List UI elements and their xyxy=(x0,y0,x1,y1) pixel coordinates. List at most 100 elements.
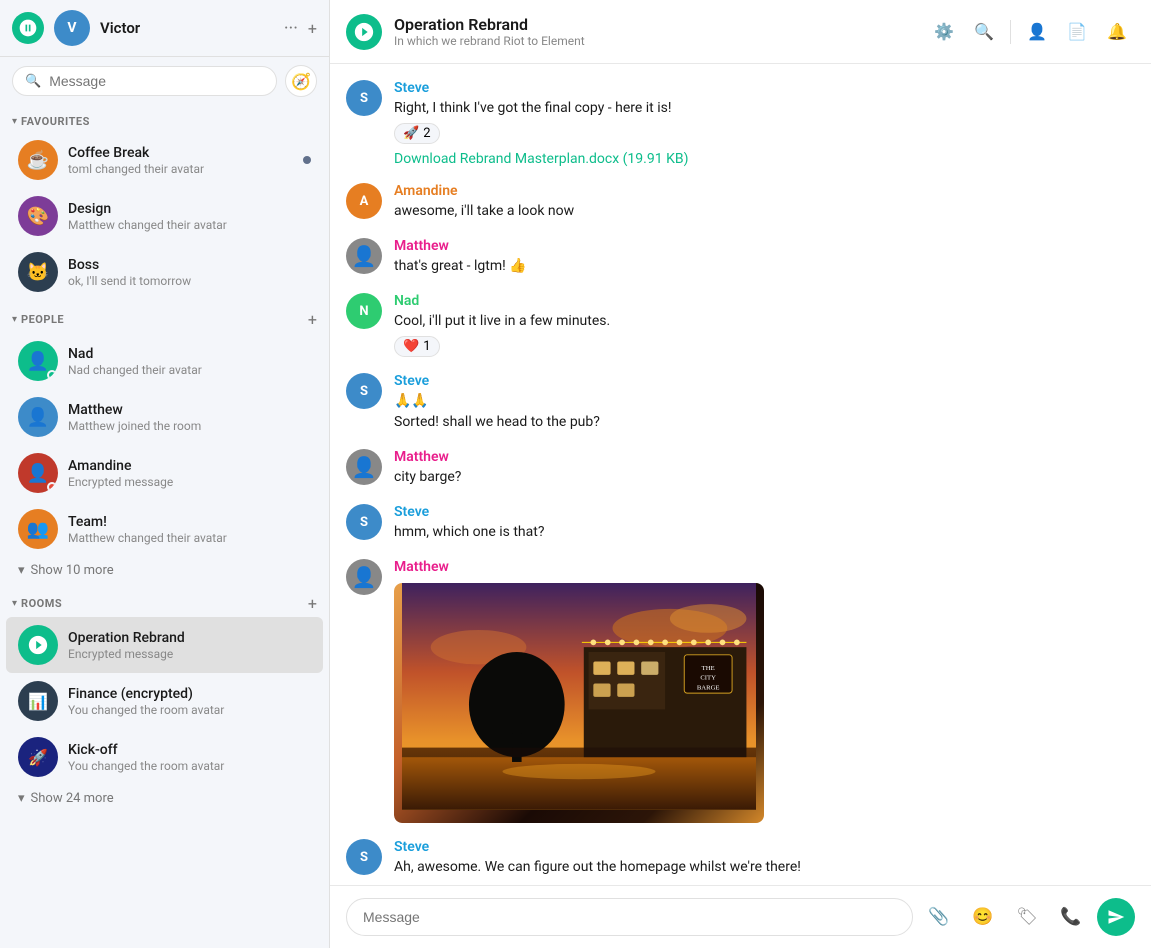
rooms-label: ROOMS xyxy=(21,597,308,610)
reaction-emoji: ❤️ xyxy=(403,339,419,354)
file-download-link[interactable]: Download Rebrand Masterplan.docx (19.91 … xyxy=(394,151,688,167)
room-name: Team! xyxy=(68,514,311,530)
city-barge-image[interactable]: THE CITY BARGE xyxy=(394,583,764,823)
search-icon: 🔍 xyxy=(25,74,41,89)
msg-sender: Matthew xyxy=(394,559,1135,575)
unread-badge xyxy=(303,156,311,164)
room-subtitle: Matthew joined the room xyxy=(68,419,311,433)
msg-sender: Matthew xyxy=(394,238,1135,254)
msg-sender: Steve xyxy=(394,80,1135,96)
add-room-button[interactable]: + xyxy=(308,594,317,613)
room-name: Nad xyxy=(68,346,311,362)
reaction-count: 1 xyxy=(423,339,430,354)
msg-content-matthew-3: Matthew xyxy=(394,559,1135,823)
online-indicator-nad xyxy=(47,370,57,380)
people-item-matthew[interactable]: 👤 Matthew Matthew joined the room xyxy=(6,389,323,445)
msg-content-steve-1: Steve Right, I think I've got the final … xyxy=(394,80,1135,167)
msg-avatar-steve: S xyxy=(346,80,382,116)
message-input[interactable] xyxy=(346,898,913,936)
msg-sender: Amandine xyxy=(394,183,1135,199)
search-input[interactable] xyxy=(49,73,264,89)
add-person-button[interactable]: + xyxy=(308,310,317,329)
member-list-button[interactable]: 👤 xyxy=(1019,14,1055,50)
settings-button[interactable]: ⚙️ xyxy=(926,14,962,50)
room-info-coffee-break: Coffee Break toml changed their avatar xyxy=(68,145,293,176)
avatar-finance: 📊 xyxy=(18,681,58,721)
people-item-amandine[interactable]: 👤 Amandine Encrypted message xyxy=(6,445,323,501)
favourites-section-header[interactable]: ▾ FAVOURITES xyxy=(0,105,329,132)
message-group-nad: N Nad Cool, i'll put it live in a few mi… xyxy=(346,293,1135,357)
svg-text:BARGE: BARGE xyxy=(697,684,720,691)
msg-avatar-matthew: 👤 xyxy=(346,238,382,274)
people-chevron: ▾ xyxy=(12,314,17,325)
room-subtitle: Encrypted message xyxy=(68,475,311,489)
notifications-button[interactable]: 🔔 xyxy=(1099,14,1135,50)
people-item-nad[interactable]: 👤 Nad Nad changed their avatar xyxy=(6,333,323,389)
room-info-nad: Nad Nad changed their avatar xyxy=(68,346,311,377)
room-name: Boss xyxy=(68,257,311,273)
user-avatar: V xyxy=(54,10,90,46)
room-item-operation-rebrand[interactable]: Operation Rebrand Encrypted message xyxy=(6,617,323,673)
room-info-kickoff: Kick-off You changed the room avatar xyxy=(68,742,311,773)
room-subtitle: toml changed their avatar xyxy=(68,162,293,176)
favourite-item-design[interactable]: 🎨 Design Matthew changed their avatar xyxy=(6,188,323,244)
emoji-button[interactable]: 😊 xyxy=(965,899,1001,935)
room-info-boss: Boss ok, I'll send it tomorrow xyxy=(68,257,311,288)
people-list: 👤 Nad Nad changed their avatar 👤 Matthew… xyxy=(0,333,329,557)
call-button[interactable]: 📞 xyxy=(1053,899,1089,935)
msg-avatar-steve-2: S xyxy=(346,373,382,409)
msg-content-matthew-1: Matthew that's great - lgtm! 👍 xyxy=(394,238,1135,277)
msg-content-matthew-2: Matthew city barge? xyxy=(394,449,1135,488)
chat-input-area: 📎 😊 🏷 📞 xyxy=(330,885,1151,948)
msg-avatar-steve-3: S xyxy=(346,504,382,540)
people-item-team[interactable]: 👥 Team! Matthew changed their avatar xyxy=(6,501,323,557)
search-box[interactable]: 🔍 xyxy=(12,66,277,96)
msg-avatar-steve-4: S xyxy=(346,839,382,875)
room-name: Finance (encrypted) xyxy=(68,686,311,702)
svg-text:CITY: CITY xyxy=(700,675,716,682)
add-room-button[interactable]: + xyxy=(308,19,317,38)
sidebar-menu-icon[interactable]: ··· xyxy=(284,18,298,39)
show-more-rooms[interactable]: ▾ Show 24 more xyxy=(6,785,323,812)
message-group-steve-1: S Steve Right, I think I've got the fina… xyxy=(346,80,1135,167)
favourite-item-boss[interactable]: 🐱 Boss ok, I'll send it tomorrow xyxy=(6,244,323,300)
send-button[interactable] xyxy=(1097,898,1135,936)
avatar-operation-rebrand xyxy=(18,625,58,665)
msg-avatar-amandine: A xyxy=(346,183,382,219)
chat-header: Operation Rebrand In which we rebrand Ri… xyxy=(330,0,1151,64)
room-item-kickoff[interactable]: 🚀 Kick-off You changed the room avatar xyxy=(6,729,323,785)
msg-text: Ah, awesome. We can figure out the homep… xyxy=(394,857,1135,878)
room-subtitle: ok, I'll send it tomorrow xyxy=(68,274,311,288)
rooms-section-header[interactable]: ▾ ROOMS + xyxy=(0,584,329,617)
message-group-steve-4: S Steve Ah, awesome. We can figure out t… xyxy=(346,839,1135,878)
room-subtitle: You changed the room avatar xyxy=(68,759,311,773)
pub-scene-svg: THE CITY BARGE xyxy=(402,583,756,815)
attachment-button[interactable]: 📎 xyxy=(921,899,957,935)
reaction-emoji: 🚀 xyxy=(403,126,419,141)
msg-reaction-nad[interactable]: ❤️ 1 xyxy=(394,336,440,357)
files-button[interactable]: 📄 xyxy=(1059,14,1095,50)
room-avatar-boss: 🐱 xyxy=(18,252,58,292)
sidebar-content: ▾ FAVOURITES ☕ Coffee Break toml changed… xyxy=(0,105,329,948)
room-avatar-design: 🎨 xyxy=(18,196,58,236)
sticker-button[interactable]: 🏷 xyxy=(1009,899,1045,935)
room-item-finance[interactable]: 📊 Finance (encrypted) You changed the ro… xyxy=(6,673,323,729)
favourite-item-coffee-break[interactable]: ☕ Coffee Break toml changed their avatar xyxy=(6,132,323,188)
sidebar-header: V Victor ··· + xyxy=(0,0,329,57)
msg-reaction[interactable]: 🚀 2 xyxy=(394,123,440,144)
avatar-amandine: 👤 xyxy=(18,453,58,493)
room-info-operation-rebrand: Operation Rebrand Encrypted message xyxy=(68,630,311,661)
room-info-matthew: Matthew Matthew joined the room xyxy=(68,402,311,433)
search-button[interactable]: 🔍 xyxy=(966,14,1002,50)
rooms-list: Operation Rebrand Encrypted message 📊 Fi… xyxy=(0,617,329,785)
msg-text: Right, I think I've got the final copy -… xyxy=(394,98,1135,119)
room-name: Operation Rebrand xyxy=(68,630,311,646)
explore-button[interactable]: 🧭 xyxy=(285,65,317,97)
avatar-matthew: 👤 xyxy=(18,397,58,437)
show-more-people[interactable]: ▾ Show 10 more xyxy=(6,557,323,584)
svg-text:THE: THE xyxy=(702,665,715,672)
people-section-header[interactable]: ▾ PEOPLE + xyxy=(0,300,329,333)
header-divider xyxy=(1010,20,1011,44)
room-subtitle: Nad changed their avatar xyxy=(68,363,311,377)
room-info-team: Team! Matthew changed their avatar xyxy=(68,514,311,545)
